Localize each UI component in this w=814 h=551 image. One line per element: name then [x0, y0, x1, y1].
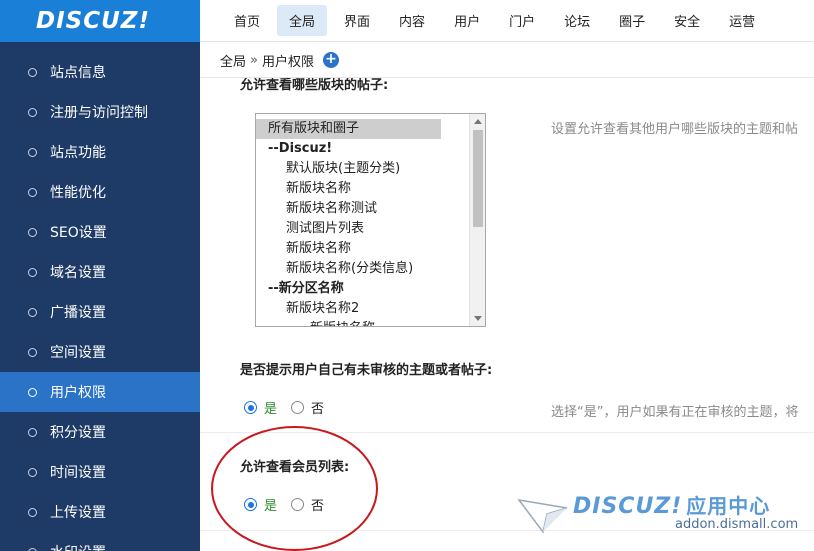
scroll-down-icon[interactable]	[474, 316, 482, 321]
tab-content[interactable]: 内容	[387, 5, 437, 36]
sidebar-item-credits[interactable]: 积分设置	[0, 412, 200, 452]
circle-bullet-icon	[28, 147, 37, 157]
unaudited-prompt-radio-group: 是 否	[244, 398, 324, 417]
sidebar-item-label: 空间设置	[50, 345, 106, 361]
circle-bullet-icon	[28, 427, 37, 437]
circle-bullet-icon	[28, 227, 37, 237]
unaudited-prompt-tip: 选择“是”，用户如果有正在审核的主题，将	[551, 405, 799, 420]
sidebar-item-upload[interactable]: 上传设置	[0, 492, 200, 532]
annotation-ellipse	[211, 426, 378, 551]
sidebar-item-performance[interactable]: 性能优化	[0, 172, 200, 212]
scroll-up-icon[interactable]	[474, 119, 482, 124]
sidebar-item-label: 广播设置	[50, 305, 106, 321]
sidebar-item-space[interactable]: 空间设置	[0, 332, 200, 372]
tab-home[interactable]: 首页	[222, 5, 272, 36]
forum-option[interactable]: --Discuz!	[256, 139, 469, 159]
sidebar-menu: 站点信息 注册与访问控制 站点功能 性能优化 SEO设置 域名设置 广播设置 空…	[0, 42, 200, 551]
sidebar-item-register-access[interactable]: 注册与访问控制	[0, 92, 200, 132]
circle-bullet-icon	[28, 267, 37, 277]
watermark-subtitle: 应用中心	[686, 494, 771, 518]
circle-bullet-icon	[28, 347, 37, 357]
watermark-title: DISCUZ! 应用中心	[573, 490, 770, 519]
unaudited-no-radio[interactable]	[291, 401, 305, 414]
sidebar-item-watermark[interactable]: 水印设置	[0, 532, 200, 551]
sidebar-item-site-info[interactable]: 站点信息	[0, 52, 200, 92]
tab-interface[interactable]: 界面	[332, 5, 382, 36]
unaudited-prompt-label: 是否提示用户自己有未审核的主题或者帖子:	[240, 363, 493, 378]
sidebar-item-label: 水印设置	[50, 542, 106, 551]
sidebar-item-time[interactable]: 时间设置	[0, 452, 200, 492]
tab-groups[interactable]: 圈子	[607, 5, 657, 36]
logo[interactable]: DISCUZ!	[0, 0, 200, 42]
watermark-brand: DISCUZ!	[573, 494, 683, 519]
sidebar-item-site-features[interactable]: 站点功能	[0, 132, 200, 172]
forum-option[interactable]: 测试图片列表	[256, 219, 469, 239]
logo-text: DISCUZ!	[36, 8, 150, 34]
tab-global[interactable]: 全局	[277, 5, 328, 36]
cursor-arrow-icon	[517, 498, 568, 534]
unaudited-yes-label[interactable]: 是	[264, 398, 277, 417]
circle-bullet-icon	[28, 547, 37, 551]
sidebar-item-label: 积分设置	[50, 425, 106, 441]
top-nav: 首页 全局 界面 内容 用户 门户 论坛 圈子 安全 运营	[200, 0, 814, 42]
watermark-url: addon.dismall.com	[675, 517, 799, 532]
forum-option[interactable]: 所有版块和圈子	[256, 119, 441, 139]
sidebar-item-label: 站点信息	[50, 65, 106, 81]
sidebar-item-user-permissions[interactable]: 用户权限	[0, 372, 200, 412]
settings-content: 允许查看哪些版块的帖子: 所有版块和圈子 --Discuz! 默认版块(主题分类…	[200, 78, 814, 551]
sidebar-item-broadcast[interactable]: 广播设置	[0, 292, 200, 332]
breadcrumb-root[interactable]: 全局	[220, 51, 246, 70]
sidebar-item-label: 站点功能	[50, 145, 106, 161]
circle-bullet-icon	[28, 307, 37, 317]
tab-portal[interactable]: 门户	[497, 5, 547, 36]
forum-view-tip: 设置允许查看其他用户哪些版块的主题和帖	[551, 122, 799, 137]
sidebar-item-label: SEO设置	[50, 225, 107, 241]
forum-option[interactable]: 新版块名称	[256, 179, 469, 199]
forum-option[interactable]: 新版块名称测试	[256, 199, 469, 219]
listbox-scrollbar[interactable]	[469, 114, 485, 326]
forum-option[interactable]: 新版块名称(分类信息)	[256, 259, 469, 279]
circle-bullet-icon	[28, 67, 37, 77]
tab-users[interactable]: 用户	[442, 5, 492, 36]
circle-bullet-icon	[28, 507, 37, 517]
sidebar-item-seo[interactable]: SEO设置	[0, 212, 200, 252]
sidebar: DISCUZ! 站点信息 注册与访问控制 站点功能 性能优化 SEO设置 域名设…	[0, 0, 200, 551]
circle-bullet-icon	[28, 107, 37, 117]
forum-view-label: 允许查看哪些版块的帖子:	[240, 78, 389, 93]
circle-bullet-icon	[28, 467, 37, 477]
forum-option[interactable]: 默认版块(主题分类)	[256, 159, 469, 179]
sidebar-item-domain[interactable]: 域名设置	[0, 252, 200, 292]
breadcrumb-separator: »	[250, 52, 258, 68]
sidebar-item-label: 用户权限	[50, 385, 106, 401]
forum-option[interactable]: --新分区名称	[256, 279, 469, 299]
scrollbar-thumb[interactable]	[473, 130, 483, 227]
forum-option[interactable]: 新版块名称	[256, 319, 469, 326]
tab-forum[interactable]: 论坛	[552, 5, 602, 36]
breadcrumb-current: 用户权限	[261, 54, 314, 70]
breadcrumb: 全局 » 用户权限 +	[200, 43, 814, 78]
sidebar-item-label: 注册与访问控制	[50, 105, 148, 121]
tab-security[interactable]: 安全	[662, 5, 712, 36]
sidebar-item-label: 性能优化	[50, 185, 106, 201]
watermark: DISCUZ! 应用中心 addon.dismall.com	[517, 490, 807, 540]
forum-option[interactable]: 新版块名称	[256, 239, 469, 259]
sidebar-item-label: 时间设置	[50, 465, 106, 481]
sidebar-item-label: 上传设置	[50, 505, 106, 521]
forum-option[interactable]: 新版块名称2	[256, 299, 469, 319]
sidebar-item-label: 域名设置	[50, 265, 106, 281]
forum-option-list: 所有版块和圈子 --Discuz! 默认版块(主题分类) 新版块名称 新版块名称…	[256, 119, 469, 326]
circle-bullet-icon	[28, 187, 37, 197]
circle-bullet-icon	[28, 387, 37, 397]
unaudited-yes-radio[interactable]	[244, 401, 257, 414]
forum-multiselect[interactable]: 所有版块和圈子 --Discuz! 默认版块(主题分类) 新版块名称 新版块名称…	[255, 113, 486, 327]
plus-circle-icon[interactable]: +	[323, 52, 339, 68]
unaudited-no-label[interactable]: 否	[311, 398, 324, 417]
tab-operations[interactable]: 运营	[717, 5, 767, 36]
